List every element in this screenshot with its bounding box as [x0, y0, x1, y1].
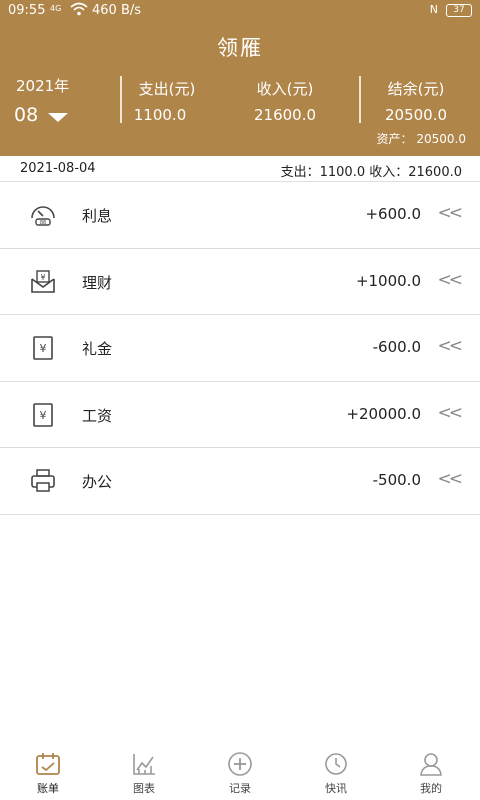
tab-charts[interactable]: 图表 [114, 752, 174, 796]
record-list: 88 利息 +600.0 << ¥ 理财 +1000.0 << ¥ 礼金 -60… [0, 182, 480, 515]
battery-icon: 37 [446, 4, 472, 17]
meter-icon: 88 [29, 202, 57, 228]
record-label: 办公 [82, 473, 113, 491]
app-title: 领雁 [217, 36, 263, 60]
record-amount: +600.0 [365, 205, 421, 223]
assets-total: 资产： 20500.0 [376, 132, 466, 146]
svg-text:¥: ¥ [40, 342, 47, 355]
yuan-icon: ¥ [29, 335, 57, 361]
tab-label: 记录 [229, 782, 251, 795]
tab-record[interactable]: 记录 [210, 752, 270, 796]
list-item[interactable]: ¥ 工资 +20000.0 << [0, 381, 480, 448]
chevron-double-left-icon[interactable]: << [438, 336, 463, 356]
record-label: 利息 [82, 207, 113, 225]
chevron-down-icon[interactable] [48, 113, 68, 122]
year-label[interactable]: 2021年 [16, 75, 69, 96]
tab-me[interactable]: 我的 [401, 752, 461, 796]
svg-text:¥: ¥ [40, 273, 45, 282]
chevron-double-left-icon[interactable]: << [438, 270, 463, 290]
tab-label: 我的 [420, 782, 442, 795]
chevron-double-left-icon[interactable]: << [438, 203, 463, 223]
list-item[interactable]: 88 利息 +600.0 << [0, 182, 480, 249]
signal-icon: 4G [50, 4, 62, 13]
finance-icon: ¥ [29, 269, 57, 295]
record-amount: -600.0 [372, 338, 421, 356]
nfc-icon: N [429, 3, 438, 16]
network-speed: 460 B/s [92, 3, 142, 18]
chart-icon [133, 754, 155, 775]
record-label: 礼金 [82, 340, 113, 358]
record-amount: +1000.0 [355, 271, 421, 290]
balance-label: 结余(元) [387, 80, 445, 98]
status-bar: 09:55 4G 460 B/s N 37 [0, 0, 480, 22]
tab-label: 图表 [133, 782, 155, 795]
day-date: 2021-08-04 [20, 161, 96, 176]
chevron-double-left-icon[interactable]: << [438, 469, 463, 489]
calendar-icon [36, 753, 60, 775]
status-time: 09:55 [8, 3, 46, 18]
clock-icon [325, 753, 347, 775]
income-value: 21600.0 [253, 106, 317, 124]
list-item[interactable]: ¥ 礼金 -600.0 << [0, 315, 480, 382]
list-item[interactable]: 办公 -500.0 << [0, 448, 480, 515]
chevron-double-left-icon[interactable]: << [438, 403, 463, 423]
tab-bills[interactable]: 账单 [18, 752, 78, 796]
tab-news[interactable]: 快讯 [306, 752, 366, 796]
bottom-tab-bar: 账单 图表 记录 快讯 我的 [0, 746, 480, 800]
tab-label: 快讯 [325, 782, 347, 795]
record-amount: +20000.0 [346, 404, 421, 423]
record-label: 工资 [82, 406, 113, 425]
balance-value: 20500.0 [384, 106, 448, 124]
record-label: 理财 [82, 273, 113, 292]
tab-label: 账单 [37, 782, 59, 795]
wifi-icon [70, 2, 88, 20]
day-summary: 支出：1100.0 收入：21600.0 [280, 165, 462, 180]
summary-header: 领雁 2021年 08 支出(元) 1100.0 收入(元) 21600.0 结… [0, 22, 480, 156]
expense-label: 支出(元) [138, 80, 196, 98]
user-icon [420, 753, 442, 776]
svg-text:¥: ¥ [40, 409, 47, 422]
list-item[interactable]: ¥ 理财 +1000.0 << [0, 248, 480, 315]
svg-text:88: 88 [40, 220, 46, 226]
expense-value: 1100.0 [133, 106, 187, 124]
record-amount: -500.0 [372, 471, 421, 489]
plus-circle-icon [228, 752, 252, 776]
income-label: 收入(元) [256, 80, 314, 98]
yuan-icon: ¥ [29, 402, 57, 428]
day-summary-bar: 2021-08-04 支出：1100.0 收入：21600.0 [0, 156, 480, 182]
printer-icon [29, 468, 57, 494]
month-selector[interactable]: 08 [14, 104, 38, 126]
